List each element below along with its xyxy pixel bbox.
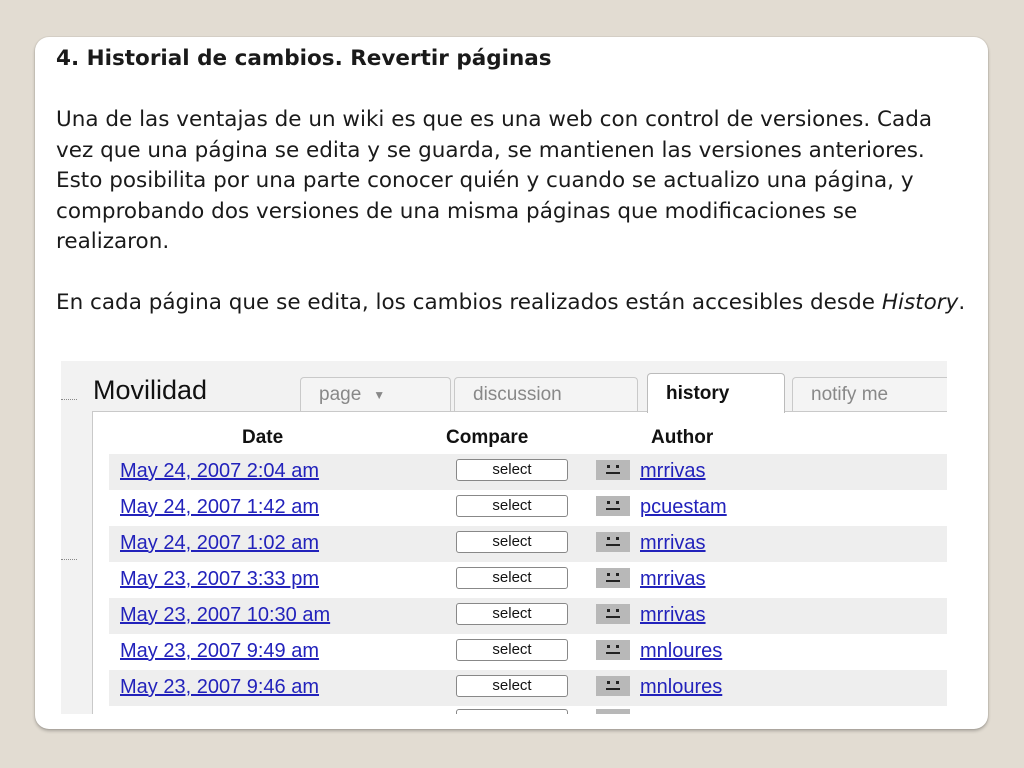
table-row: May 23, 2007 9:46 am select mnloures: [109, 670, 947, 706]
user-avatar-icon: [596, 568, 630, 588]
paragraph-versions: Una de las ventajas de un wiki es que es…: [56, 107, 933, 254]
user-avatar-icon: [596, 676, 630, 696]
paragraph-history-text: En cada página que se edita, los cambios…: [56, 290, 882, 315]
chevron-down-icon: ▼: [373, 388, 386, 402]
revision-date-link[interactable]: May 24, 2007 1:02 am: [120, 532, 319, 555]
select-button[interactable]: select: [456, 639, 568, 661]
wiki-history-screenshot: Movilidad page ▼ discussion history notif…: [61, 361, 947, 714]
revision-date-link[interactable]: May 23, 2007 9:49 am: [120, 640, 319, 663]
table-row: May 24, 2007 1:42 am select pcuestam: [109, 490, 947, 526]
select-button[interactable]: select: [456, 459, 568, 481]
table-row: May 24, 2007 2:04 am select mrrivas: [109, 454, 947, 490]
revision-date-link[interactable]: May 23, 2007 10:30 am: [120, 604, 330, 627]
author-link[interactable]: pcuestam: [640, 496, 727, 519]
table-row: May 24, 2007 1:02 am select mrrivas: [109, 526, 947, 562]
select-button-partial[interactable]: [456, 709, 568, 714]
author-link[interactable]: mnloures: [640, 640, 722, 663]
author-link[interactable]: mrrivas: [640, 460, 706, 483]
column-header-date: Date: [242, 427, 284, 448]
tab-notify-me-label: notify me: [811, 384, 889, 405]
tab-notify-me[interactable]: notify me: [792, 377, 947, 411]
column-header-compare: Compare: [446, 427, 529, 448]
revision-date-link[interactable]: May 23, 2007 9:46 am: [120, 676, 319, 699]
table-row: May 23, 2007 3:33 pm select mrrivas: [109, 562, 947, 598]
dotted-margin-mark: [61, 399, 77, 400]
tab-history[interactable]: history: [647, 373, 785, 413]
tab-history-label: history: [666, 383, 730, 404]
column-header-author: Author: [651, 427, 714, 448]
author-link[interactable]: mnloures: [640, 676, 722, 699]
tab-discussion-label: discussion: [473, 384, 562, 405]
select-button[interactable]: select: [456, 603, 568, 625]
author-link[interactable]: mrrivas: [640, 568, 706, 591]
user-avatar-icon: [596, 709, 630, 714]
slide-heading: 4. Historial de cambios. Revertir página…: [56, 46, 552, 71]
paragraph-history: En cada página que se edita, los cambios…: [56, 288, 966, 319]
history-emphasis: History: [881, 290, 959, 315]
slide-text: 4. Historial de cambios. Revertir página…: [56, 44, 966, 319]
table-row: May 23, 2007 9:49 am select mnloures: [109, 634, 947, 670]
select-button[interactable]: select: [456, 531, 568, 553]
user-avatar-icon: [596, 640, 630, 660]
tab-discussion[interactable]: discussion: [454, 377, 638, 411]
author-link[interactable]: mrrivas: [640, 604, 706, 627]
wiki-page-title: Movilidad: [93, 375, 208, 405]
table-row-partial: [109, 706, 947, 714]
select-button[interactable]: select: [456, 675, 568, 697]
paragraph-history-end: .: [958, 290, 966, 315]
user-avatar-icon: [596, 496, 630, 516]
revision-date-link[interactable]: May 24, 2007 2:04 am: [120, 460, 319, 483]
user-avatar-icon: [596, 604, 630, 624]
table-row: May 23, 2007 10:30 am select mrrivas: [109, 598, 947, 634]
revision-date-link[interactable]: May 24, 2007 1:42 am: [120, 496, 319, 519]
select-button[interactable]: select: [456, 567, 568, 589]
dotted-margin-mark: [61, 559, 77, 560]
revision-date-link[interactable]: May 23, 2007 3:33 pm: [120, 568, 319, 591]
user-avatar-icon: [596, 460, 630, 480]
user-avatar-icon: [596, 532, 630, 552]
author-link[interactable]: mrrivas: [640, 532, 706, 555]
tab-page[interactable]: page ▼: [300, 377, 451, 411]
tab-page-label: page: [319, 384, 362, 406]
select-button[interactable]: select: [456, 495, 568, 517]
